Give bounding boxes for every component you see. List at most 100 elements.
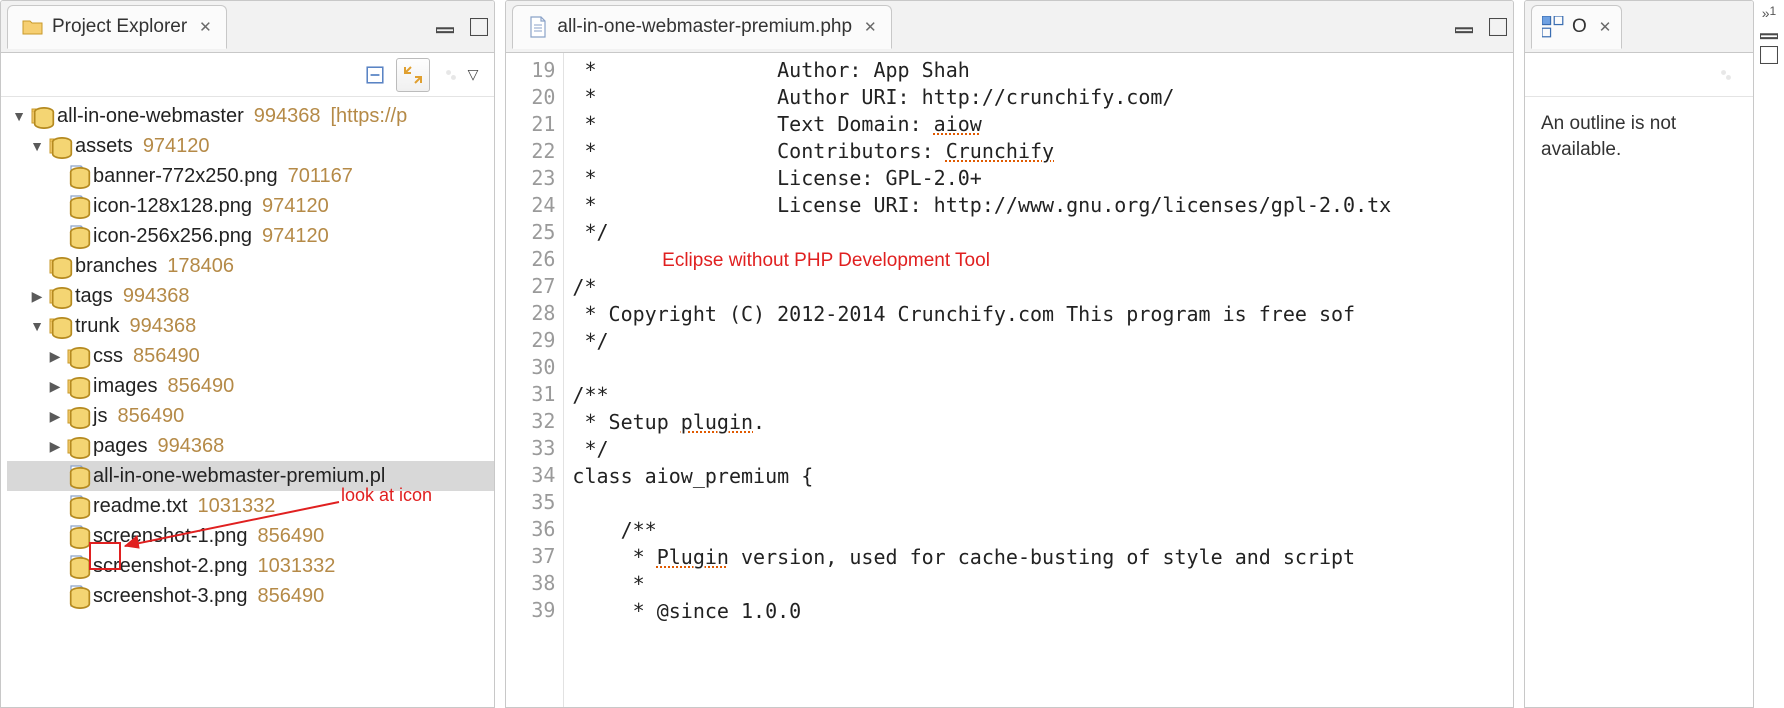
link-with-editor-button[interactable] bbox=[396, 58, 430, 92]
view-menu-button[interactable]: ▽ bbox=[468, 66, 479, 83]
file-icon bbox=[67, 165, 89, 187]
tree-item-label: assets bbox=[75, 131, 133, 161]
project-explorer-tab[interactable]: Project Explorer ✕ bbox=[7, 5, 227, 49]
maximize-button[interactable] bbox=[1760, 46, 1778, 64]
file-icon bbox=[67, 195, 89, 217]
annotation-arrow-icon bbox=[119, 496, 349, 556]
tree-row[interactable]: banner-772x250.png 701167 bbox=[7, 161, 494, 191]
explorer-icon bbox=[22, 16, 44, 38]
expand-down-icon[interactable]: ▼ bbox=[29, 311, 45, 341]
project-explorer-tabbar: Project Explorer ✕ bbox=[1, 1, 494, 53]
editor-tab-label: all-in-one-webmaster-premium.php bbox=[557, 16, 852, 38]
tree-row[interactable]: ▶ css 856490 bbox=[7, 341, 494, 371]
line-number-gutter: 19 20 21 22 23 24 25 26 27 28 29 30 31 3… bbox=[506, 53, 564, 707]
file-icon bbox=[67, 465, 89, 487]
tree-item-label: all-in-one-webmaster bbox=[57, 101, 244, 131]
tree-item-label: images bbox=[93, 371, 157, 401]
expand-right-icon[interactable]: ▶ bbox=[29, 281, 45, 311]
tree-row[interactable]: icon-256x256.png 974120 bbox=[7, 221, 494, 251]
project-explorer-tab-label: Project Explorer bbox=[52, 16, 187, 38]
tree-item-revision: 856490 bbox=[117, 401, 184, 431]
close-icon[interactable]: ✕ bbox=[864, 18, 877, 36]
tree-row[interactable]: ▼ assets 974120 bbox=[7, 131, 494, 161]
folder-icon bbox=[67, 375, 89, 397]
tree-row[interactable]: screenshot-3.png 856490 bbox=[7, 581, 494, 611]
expand-right-icon[interactable]: ▶ bbox=[47, 371, 63, 401]
outline-tab-label: O bbox=[1572, 16, 1587, 38]
tree-item-label: branches bbox=[75, 251, 157, 281]
tree-item-label: banner-772x250.png bbox=[93, 161, 278, 191]
tree-item-revision: 994368 bbox=[129, 311, 196, 341]
editor-tab[interactable]: all-in-one-webmaster-premium.php ✕ bbox=[512, 5, 891, 49]
maximize-button[interactable] bbox=[1489, 18, 1507, 36]
file-icon bbox=[67, 525, 89, 547]
expand-right-icon[interactable]: ▶ bbox=[47, 401, 63, 431]
outline-pane: O ✕ An outline is not available. bbox=[1524, 0, 1754, 708]
tree-row[interactable]: ▼ trunk 994368 bbox=[7, 311, 494, 341]
collapse-all-button[interactable] bbox=[358, 58, 392, 92]
project-explorer-toolbar: ▽ bbox=[1, 53, 494, 97]
tree-item-revision: 856490 bbox=[258, 581, 325, 611]
minimize-button[interactable] bbox=[1760, 24, 1778, 42]
overflow-count: 1 bbox=[1770, 4, 1777, 18]
outline-tab[interactable]: O ✕ bbox=[1531, 5, 1622, 49]
tree-item-repo: [https://p bbox=[331, 101, 408, 131]
code-area[interactable]: * Author: App Shah * Author URI: http://… bbox=[564, 53, 1513, 707]
tab-overflow-strip: » 1 bbox=[1754, 0, 1784, 708]
tree-item-revision: 856490 bbox=[167, 371, 234, 401]
folder-icon bbox=[67, 435, 89, 457]
tree-item-label: tags bbox=[75, 281, 113, 311]
tree-row[interactable]: icon-128x128.png 974120 bbox=[7, 191, 494, 221]
expand-right-icon[interactable]: ▶ bbox=[47, 431, 63, 461]
file-icon bbox=[67, 555, 89, 577]
tree-item-revision: 856490 bbox=[133, 341, 200, 371]
tree-item-revision: 994368 bbox=[158, 431, 225, 461]
tree-item-revision: 994368 bbox=[123, 281, 190, 311]
focus-button[interactable] bbox=[434, 58, 468, 92]
folder-open-icon bbox=[49, 135, 71, 157]
minimize-button[interactable] bbox=[436, 18, 454, 36]
folder-open-icon bbox=[49, 315, 71, 337]
maximize-button[interactable] bbox=[470, 18, 488, 36]
highlight-box bbox=[89, 542, 121, 570]
editor-pane: all-in-one-webmaster-premium.php ✕ 19 20… bbox=[505, 0, 1514, 708]
expand-down-icon[interactable]: ▼ bbox=[29, 131, 45, 161]
outline-message: An outline is not available. bbox=[1525, 97, 1753, 176]
close-icon[interactable]: ✕ bbox=[199, 18, 212, 36]
tab-overflow-button[interactable]: » bbox=[1762, 6, 1770, 20]
outline-icon bbox=[1542, 16, 1564, 38]
tree-row[interactable]: ▼ all-in-one-webmaster 994368 [https://p bbox=[7, 101, 494, 131]
file-icon bbox=[67, 495, 89, 517]
folder-icon bbox=[67, 405, 89, 427]
minimize-button[interactable] bbox=[1455, 18, 1473, 36]
tree-item-revision: 701167 bbox=[288, 161, 353, 191]
annotation-label: look at icon bbox=[341, 485, 432, 506]
tree-item-revision: 974120 bbox=[262, 221, 329, 251]
outline-filter-button[interactable] bbox=[1709, 58, 1743, 92]
tree-item-label: pages bbox=[93, 431, 148, 461]
tree-item-label: js bbox=[93, 401, 107, 431]
tree-item-label: screenshot-3.png bbox=[93, 581, 248, 611]
tree-item-label: trunk bbox=[75, 311, 119, 341]
tree-item-revision: 178406 bbox=[167, 251, 234, 281]
folder-icon bbox=[49, 285, 71, 307]
tree-row[interactable]: ▶ js 856490 bbox=[7, 401, 494, 431]
expand-down-icon[interactable]: ▼ bbox=[11, 101, 27, 131]
file-icon bbox=[67, 225, 89, 247]
folder-icon bbox=[49, 255, 71, 277]
outline-tabbar: O ✕ bbox=[1525, 1, 1753, 53]
expand-right-icon[interactable]: ▶ bbox=[47, 341, 63, 371]
tree-item-label: icon-256x256.png bbox=[93, 221, 252, 251]
folder-open-icon bbox=[31, 105, 53, 127]
tree-item-revision: 974120 bbox=[143, 131, 210, 161]
tree-item-revision: 994368 bbox=[254, 101, 321, 131]
code-editor[interactable]: 19 20 21 22 23 24 25 26 27 28 29 30 31 3… bbox=[506, 53, 1513, 707]
close-icon[interactable]: ✕ bbox=[1599, 18, 1612, 36]
tree-item-label: css bbox=[93, 341, 123, 371]
tree-row[interactable]: ▶ pages 994368 bbox=[7, 431, 494, 461]
tree-row[interactable]: branches 178406 bbox=[7, 251, 494, 281]
file-icon bbox=[527, 16, 549, 38]
project-explorer-pane: Project Explorer ✕ ▽ ▼ all-in-one-we bbox=[0, 0, 495, 708]
tree-row[interactable]: ▶ images 856490 bbox=[7, 371, 494, 401]
tree-row[interactable]: ▶ tags 994368 bbox=[7, 281, 494, 311]
